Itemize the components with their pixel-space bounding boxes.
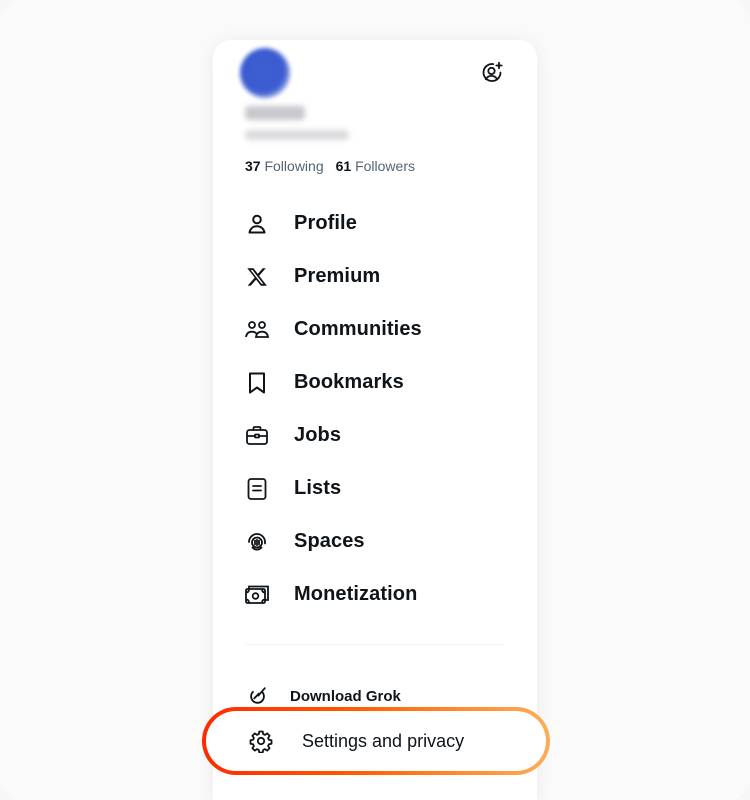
menu-item-label: Monetization xyxy=(294,583,418,605)
following-link[interactable]: 37 Following xyxy=(245,158,324,174)
side-drawer: 37 Following 61 Followers Profile Premiu… xyxy=(213,40,537,800)
menu-item-monetization[interactable]: Monetization xyxy=(213,568,537,621)
follow-stats: 37 Following 61 Followers xyxy=(245,158,415,174)
settings-and-privacy-label: Settings and privacy xyxy=(302,730,465,751)
add-account-icon xyxy=(482,61,503,82)
menu-item-label: Premium xyxy=(294,265,381,287)
following-count: 37 xyxy=(245,158,261,174)
followers-link[interactable]: 61 Followers xyxy=(336,158,415,174)
followers-count: 61 xyxy=(335,158,352,174)
bookmark-icon xyxy=(244,370,270,396)
menu-item-bookmarks[interactable]: Bookmarks xyxy=(213,356,537,409)
avatar[interactable] xyxy=(240,48,290,98)
menu-item-label: Bookmarks xyxy=(294,371,404,393)
following-label: Following xyxy=(264,158,324,174)
menu-item-communities[interactable]: Communities xyxy=(213,303,537,356)
download-grok-label: Download Grok xyxy=(290,687,401,705)
menu-item-label: Communities xyxy=(294,318,422,340)
menu-item-spaces[interactable]: Spaces xyxy=(213,515,537,568)
profile-handle-redacted xyxy=(245,130,349,140)
menu-item-label: Jobs xyxy=(294,424,342,446)
add-account-button[interactable] xyxy=(479,60,505,86)
gear-icon xyxy=(248,728,274,754)
list-icon xyxy=(244,476,270,502)
menu-item-label: Spaces xyxy=(294,530,365,552)
menu-item-label: Profile xyxy=(294,212,357,234)
person-icon xyxy=(244,211,270,237)
app-frame: 37 Following 61 Followers Profile Premiu… xyxy=(0,0,750,800)
grok-icon xyxy=(244,683,270,709)
menu-item-jobs[interactable]: Jobs xyxy=(213,409,537,462)
x-logo-icon xyxy=(244,264,270,290)
communities-icon xyxy=(244,317,270,343)
drawer-menu: Profile Premium Communities Bookmarks Jo… xyxy=(213,197,537,621)
settings-and-privacy-item[interactable]: Settings and privacy xyxy=(206,711,546,771)
spaces-icon xyxy=(244,529,270,555)
briefcase-icon xyxy=(244,423,270,449)
menu-item-lists[interactable]: Lists xyxy=(213,462,537,515)
profile-name-redacted xyxy=(245,106,305,120)
menu-item-label: Lists xyxy=(294,477,342,499)
menu-item-premium[interactable]: Premium xyxy=(213,250,537,303)
menu-item-profile[interactable]: Profile xyxy=(213,197,537,250)
followers-label: Followers xyxy=(355,158,415,174)
money-icon xyxy=(244,582,270,608)
menu-divider xyxy=(245,644,505,645)
settings-highlight-ring: Settings and privacy xyxy=(202,707,550,775)
